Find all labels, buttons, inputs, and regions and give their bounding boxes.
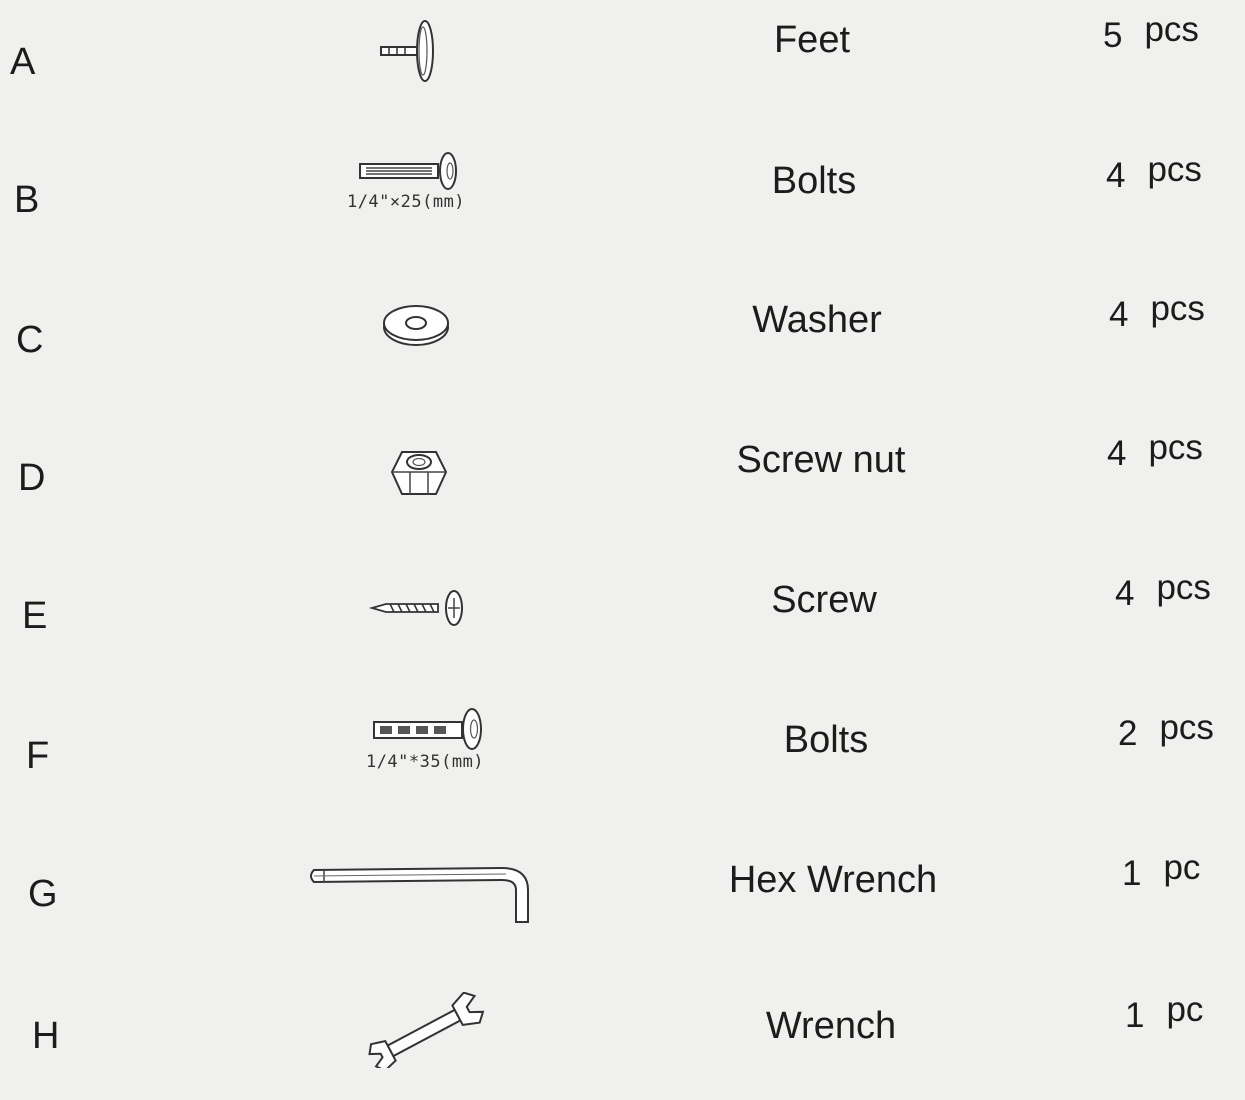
part-row-h: H Wrench 1 pc [0, 980, 1245, 1100]
part-name: Bolts [771, 160, 857, 202]
part-name: Hex Wrench [728, 859, 938, 901]
quantity-unit: pcs [1156, 568, 1211, 607]
quantity-value: 2 [1118, 714, 1138, 753]
part-letter: G [28, 873, 58, 915]
quantity-unit: pcs [1150, 289, 1205, 328]
parts-list: A Feet 5 pcs B 1/4"×25(mm) Bolts 4 pcs C… [0, 0, 1245, 1068]
part-letter: A [10, 41, 36, 83]
part-row-b: B 1/4"×25(mm) Bolts 4 pcs [0, 140, 1245, 260]
part-letter: F [26, 735, 50, 777]
bolt-icon: 1/4"*35(mm) [352, 706, 498, 772]
part-name: Wrench [765, 1005, 897, 1047]
part-quantity: 4 pcs [1106, 150, 1202, 196]
part-row-f: F 1/4"*35(mm) Bolts 2 pcs [0, 700, 1245, 820]
quantity-value: 4 [1109, 295, 1129, 334]
part-letter: E [22, 595, 48, 637]
quantity-unit: pcs [1159, 708, 1214, 747]
part-name: Washer [752, 299, 882, 341]
part-row-e: E Screw 4 pcs [0, 560, 1245, 680]
quantity-unit: pcs [1144, 10, 1199, 49]
part-quantity: 5 pcs [1103, 10, 1199, 56]
part-letter: B [14, 179, 40, 221]
quantity-unit: pc [1163, 848, 1201, 887]
part-name: Feet [773, 19, 851, 61]
quantity-value: 4 [1106, 156, 1126, 195]
quantity-value: 1 [1122, 854, 1142, 893]
quantity-unit: pcs [1147, 150, 1202, 189]
part-quantity: 2 pcs [1118, 708, 1214, 754]
quantity-value: 5 [1103, 16, 1123, 55]
feet-icon [375, 18, 445, 88]
quantity-value: 4 [1115, 574, 1135, 613]
part-letter: C [16, 319, 44, 361]
part-quantity: 4 pcs [1109, 289, 1205, 335]
quantity-unit: pc [1166, 990, 1204, 1029]
quantity-value: 1 [1125, 996, 1145, 1035]
hex-wrench-icon [306, 860, 538, 926]
quantity-unit: pcs [1148, 428, 1203, 467]
part-row-a: A Feet 5 pcs [0, 0, 1245, 120]
washer-icon [380, 302, 452, 348]
wrench-icon [368, 992, 488, 1068]
part-quantity: 4 pcs [1107, 428, 1203, 474]
part-quantity: 1 pc [1122, 848, 1200, 894]
part-row-c: C Washer 4 pcs [0, 280, 1245, 400]
part-name: Bolts [783, 719, 869, 761]
quantity-value: 4 [1107, 434, 1127, 473]
hex-nut-icon [388, 444, 450, 502]
part-quantity: 4 pcs [1115, 568, 1211, 614]
part-dimension: 1/4"×25(mm) [346, 192, 466, 212]
part-dimension: 1/4"*35(mm) [365, 752, 485, 772]
screw-icon [368, 586, 478, 630]
part-name: Screw [771, 579, 877, 621]
part-row-d: D Screw nut 4 pcs [0, 420, 1245, 540]
part-row-g: G Hex Wrench 1 pc [0, 840, 1245, 960]
part-name: Screw nut [736, 439, 906, 481]
bolt-icon: 1/4"×25(mm) [336, 150, 476, 212]
part-quantity: 1 pc [1125, 990, 1203, 1036]
part-letter: D [18, 457, 46, 499]
part-letter: H [32, 1015, 60, 1057]
